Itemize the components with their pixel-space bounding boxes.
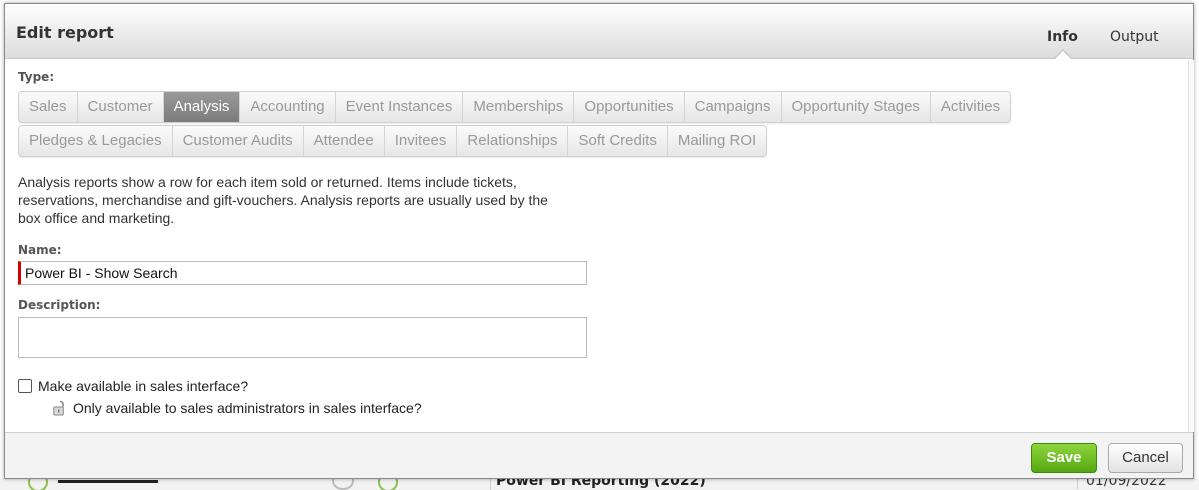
sales-interface-row: Make available in sales interface?	[18, 378, 248, 394]
type-option-relationships[interactable]: Relationships	[457, 126, 569, 156]
background-icon	[332, 478, 354, 490]
type-description-text: Analysis reports show a row for each ite…	[18, 174, 548, 226]
background-status-icon	[378, 478, 398, 490]
type-option-customer[interactable]: Customer	[78, 92, 164, 122]
description-label: Description:	[18, 298, 101, 312]
background-report-title: Power BI Reporting (2022)	[496, 478, 706, 489]
type-selector-row-2: Pledges & Legacies Customer Audits Atten…	[18, 125, 768, 157]
background-page: Power BI Reporting (2022) 01/09/2022	[0, 478, 1199, 490]
background-bar	[58, 480, 158, 483]
cancel-button[interactable]: Cancel	[1108, 443, 1183, 473]
background-status-icon	[28, 478, 48, 490]
lock-open-icon	[53, 400, 67, 416]
type-option-event-instances[interactable]: Event Instances	[336, 92, 464, 122]
type-option-activities[interactable]: Activities	[931, 92, 1010, 122]
type-label: Type:	[18, 70, 55, 84]
type-selector-row-1: Sales Customer Analysis Accounting Event…	[18, 91, 1012, 123]
type-option-memberships[interactable]: Memberships	[463, 92, 575, 122]
dialog-footer: Save Cancel	[5, 432, 1193, 478]
name-label: Name:	[18, 243, 62, 257]
type-option-invitees[interactable]: Invitees	[385, 126, 458, 156]
dialog-body: Type: Sales Customer Analysis Accounting…	[5, 60, 1193, 432]
type-option-accounting[interactable]: Accounting	[240, 92, 336, 122]
sales-interface-label: Make available in sales interface?	[38, 378, 249, 394]
description-input[interactable]	[18, 317, 587, 358]
type-option-customer-audits[interactable]: Customer Audits	[173, 126, 304, 156]
dialog-header: Edit report Info Output	[5, 4, 1193, 59]
name-input[interactable]	[18, 261, 587, 285]
type-option-soft-credits[interactable]: Soft Credits	[568, 126, 668, 156]
tab-info[interactable]: Info	[1047, 29, 1078, 45]
sales-admin-row: Only available to sales administrators i…	[53, 400, 422, 416]
type-option-opportunity-stages[interactable]: Opportunity Stages	[782, 92, 931, 122]
save-button[interactable]: Save	[1031, 443, 1097, 473]
active-tab-pointer	[1055, 51, 1071, 59]
type-option-pledges-legacies[interactable]: Pledges & Legacies	[19, 126, 173, 156]
sales-admin-label: Only available to sales administrators i…	[73, 400, 422, 416]
type-option-campaigns[interactable]: Campaigns	[685, 92, 782, 122]
type-option-mailing-roi[interactable]: Mailing ROI	[668, 126, 766, 156]
edit-report-dialog: Edit report Info Output Type: Sales Cust…	[4, 3, 1194, 479]
tab-output[interactable]: Output	[1110, 29, 1159, 45]
type-option-sales[interactable]: Sales	[19, 92, 78, 122]
type-option-opportunities[interactable]: Opportunities	[574, 92, 685, 122]
background-divider	[490, 478, 491, 490]
sales-interface-checkbox[interactable]	[18, 379, 32, 393]
type-option-analysis[interactable]: Analysis	[163, 92, 241, 122]
dialog-title: Edit report	[16, 23, 114, 42]
background-report-date: 01/09/2022	[1077, 478, 1167, 489]
type-option-attendee[interactable]: Attendee	[304, 126, 385, 156]
scrollbar-track[interactable]	[1188, 60, 1194, 432]
